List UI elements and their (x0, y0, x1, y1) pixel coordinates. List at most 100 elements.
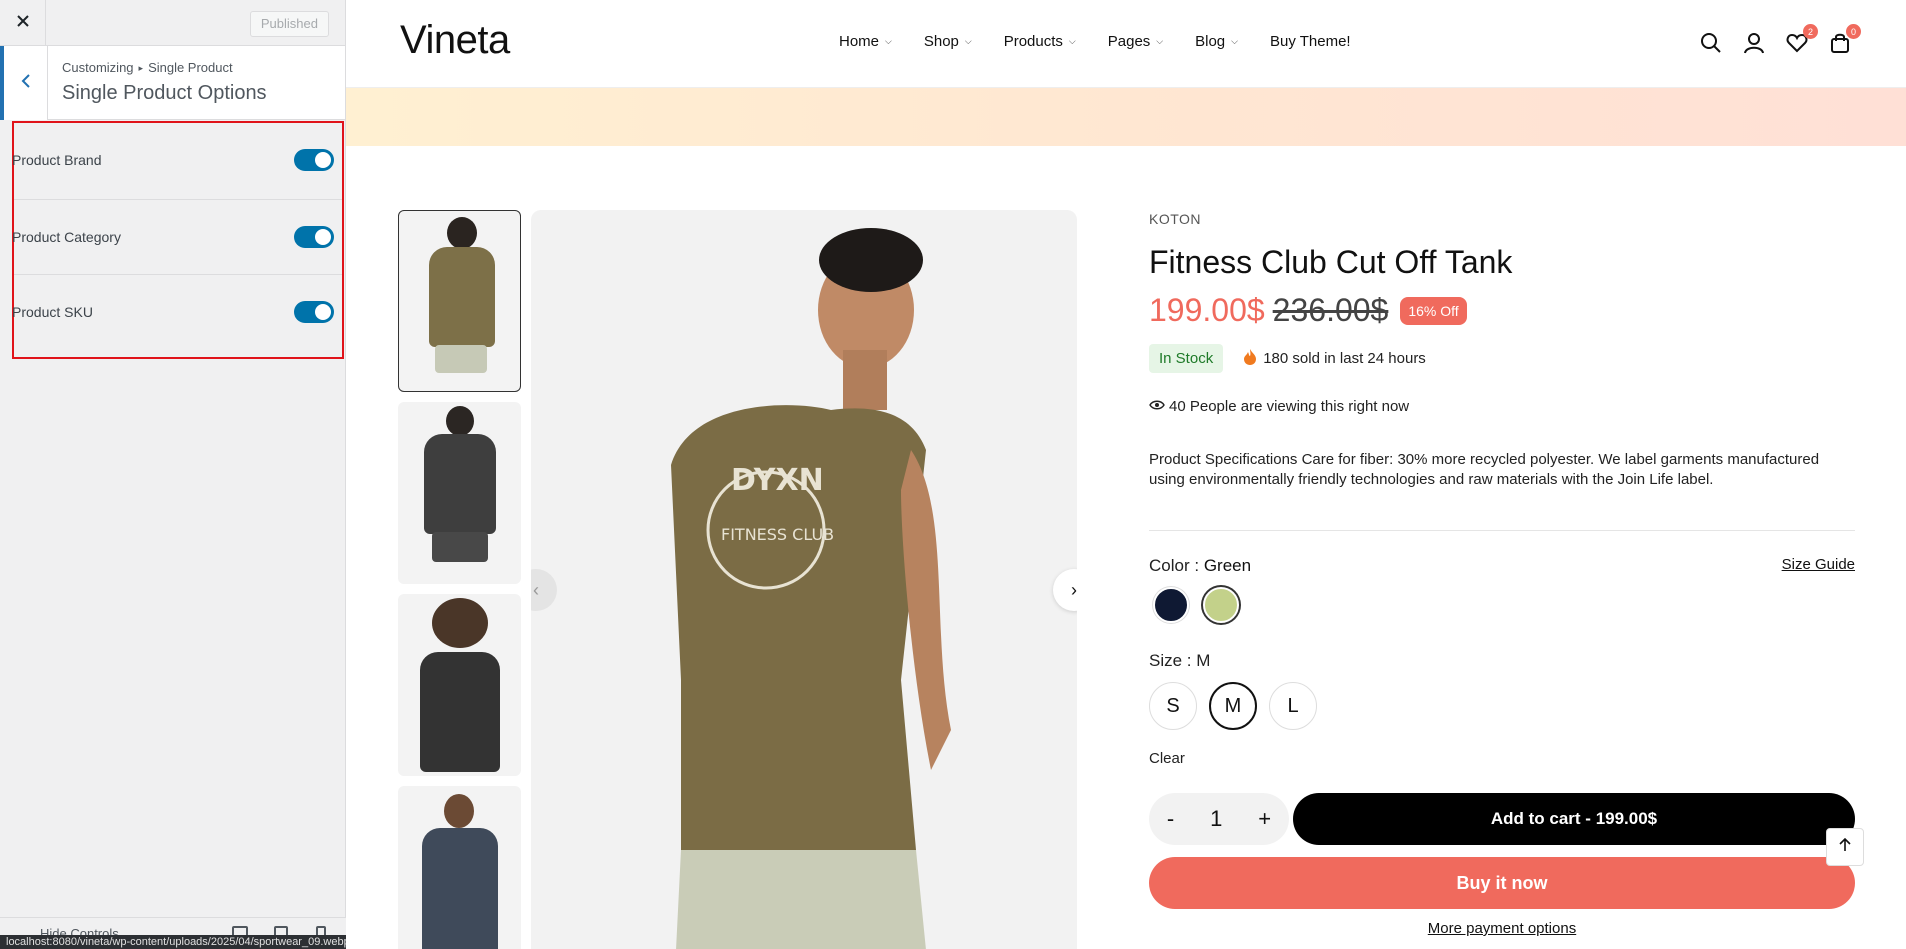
sale-price: 199.00$ (1149, 292, 1265, 328)
nav-item-products[interactable]: Products ⌵ (1004, 33, 1076, 50)
options-group: Product Brand Product Category Product S… (12, 121, 344, 359)
product-description: Product Specifications Care for fiber: 3… (1149, 451, 1820, 488)
color-value: Green (1203, 556, 1252, 575)
size-label: Size : (1149, 651, 1192, 670)
scroll-to-top-button[interactable] (1826, 828, 1864, 866)
product-brand[interactable]: KOTON (1149, 211, 1201, 227)
nav-label: Pages (1107, 33, 1151, 50)
discount-badge: 16% Off (1400, 296, 1467, 325)
clear-selection-link[interactable]: Clear (1149, 750, 1185, 767)
chevron-down-icon: ⌵ (1231, 36, 1238, 46)
stock-badge: In Stock (1149, 344, 1224, 373)
size-row: Size : M (1149, 651, 1210, 671)
wishlist-count-badge: 2 (1803, 24, 1818, 39)
close-customizer-button[interactable] (0, 0, 46, 46)
arrow-up-icon (1839, 837, 1851, 857)
customizer-topbar: Published (0, 0, 345, 46)
option-row-product-brand: Product Brand (12, 123, 342, 197)
product-sku-toggle[interactable] (294, 300, 334, 323)
product-title: Fitness Club Cut Off Tank (1149, 244, 1513, 280)
size-option-m[interactable]: M (1209, 682, 1257, 730)
cart-count-badge: 0 (1846, 24, 1861, 39)
sold-text: 180 sold in last 24 hours (1263, 350, 1426, 367)
nav-item-blog[interactable]: Blog ⌵ (1195, 33, 1238, 50)
option-label: Product Brand (12, 152, 102, 168)
chevron-down-icon: ⌵ (1068, 36, 1076, 46)
svg-text:FITNESS CLUB: FITNESS CLUB (721, 525, 834, 544)
color-label: Color : (1149, 556, 1200, 575)
qty-increase-button[interactable]: + (1258, 806, 1271, 832)
thumbnail-1[interactable] (398, 210, 521, 392)
divider (1149, 530, 1855, 531)
product-brand-toggle[interactable] (294, 149, 334, 171)
customizer-sidebar: Published Customizing ▸ Single Product Sin… (0, 0, 356, 949)
chevron-left-icon: ‹ (533, 579, 539, 600)
publish-button[interactable]: Published (249, 11, 329, 37)
size-option-l[interactable]: L (1269, 682, 1317, 730)
size-guide-link[interactable]: Size Guide (1782, 556, 1855, 576)
swatch-navy[interactable] (1153, 587, 1189, 623)
viewing-text: 40 People are viewing this right now (1169, 398, 1410, 415)
option-label: Product SKU (12, 303, 93, 320)
chevron-down-icon: ⌵ (964, 36, 972, 46)
breadcrumb-root: Customizing (62, 60, 134, 75)
panel-header: Customizing ▸ Single Product Single Produc… (0, 46, 345, 120)
thumbnail-3[interactable] (398, 594, 521, 776)
nav-label: Home (839, 33, 880, 50)
price-row: 199.00$ 236.00$ 16% Off (1149, 292, 1467, 329)
nav-item-buy-theme[interactable]: Buy Theme! (1270, 33, 1351, 50)
breadcrumb: Customizing ▸ Single Product (62, 60, 233, 75)
nav-label: Shop (923, 33, 959, 50)
back-button[interactable] (0, 46, 48, 120)
size-option-s[interactable]: S (1149, 682, 1197, 730)
viewers-row: 40 People are viewing this right now (1149, 398, 1409, 415)
size-options: S M L (1149, 682, 1317, 730)
buy-now-button[interactable]: Buy it now (1149, 857, 1855, 909)
breadcrumb-section: Single Product (148, 60, 233, 75)
nav-item-home[interactable]: Home ⌵ (839, 33, 892, 50)
promo-banner (346, 88, 1906, 146)
nav-label: Blog (1195, 33, 1226, 50)
nav-item-shop[interactable]: Shop ⌵ (924, 33, 972, 50)
qty-decrease-button[interactable]: - (1167, 806, 1174, 832)
chevron-down-icon: ⌵ (885, 36, 892, 46)
status-bar-url: localhost:8080/vineta/wp-content/uploads… (0, 935, 356, 949)
main-nav: Home ⌵ Shop ⌵ Products ⌵ Pages ⌵ Blog ⌵ Buy T… (839, 33, 1383, 50)
search-icon[interactable] (1698, 30, 1724, 56)
stock-row: In Stock 180 sold in last 24 hours (1149, 344, 1426, 373)
option-label: Product Category (12, 228, 121, 245)
main-product-image: DYXN FITNESS CLUB ‹ › (531, 210, 1077, 949)
cart-icon[interactable]: 0 (1827, 24, 1861, 56)
quantity-stepper: - 1 + (1149, 793, 1289, 845)
swatch-green[interactable] (1203, 587, 1239, 623)
site-logo[interactable]: Vineta (400, 18, 510, 63)
eye-icon (1149, 398, 1165, 415)
nav-item-pages[interactable]: Pages ⌵ (1108, 33, 1163, 50)
color-swatches (1149, 587, 1239, 623)
fire-icon (1243, 348, 1257, 370)
panel-title: Single Product Options (62, 82, 267, 104)
add-to-cart-button[interactable]: Add to cart - 199.00$ (1293, 793, 1855, 845)
nav-label: Buy Theme! (1269, 33, 1351, 50)
wishlist-icon[interactable]: 2 (1784, 24, 1818, 56)
account-icon[interactable] (1741, 30, 1767, 56)
site-header: Vineta Home ⌵ Shop ⌵ Products ⌵ Pages ⌵ Blog… (346, 0, 1906, 88)
color-row: Color : Green Size Guide (1149, 556, 1855, 576)
qty-value[interactable]: 1 (1210, 806, 1222, 832)
thumbnail-4[interactable] (398, 786, 521, 949)
product-category-toggle[interactable] (294, 225, 334, 248)
thumbnail-gallery (398, 210, 521, 949)
chevron-right-icon: › (1071, 579, 1077, 600)
chevron-left-icon (21, 73, 31, 93)
sold-count: 180 sold in last 24 hours (1243, 348, 1426, 370)
thumbnail-2[interactable] (398, 402, 521, 584)
more-payment-options-link[interactable]: More payment options (1149, 920, 1855, 937)
breadcrumb-separator-icon: ▸ (138, 63, 144, 73)
nav-label: Products (1003, 33, 1063, 50)
site-preview: Vineta Home ⌵ Shop ⌵ Products ⌵ Pages ⌵ Blog… (346, 0, 1906, 949)
chevron-down-icon: ⌵ (1156, 36, 1164, 46)
option-row-product-category: Product Category (12, 199, 342, 273)
option-row-product-sku: Product SKU (12, 274, 342, 348)
close-icon (16, 14, 30, 33)
regular-price: 236.00$ (1272, 292, 1389, 328)
